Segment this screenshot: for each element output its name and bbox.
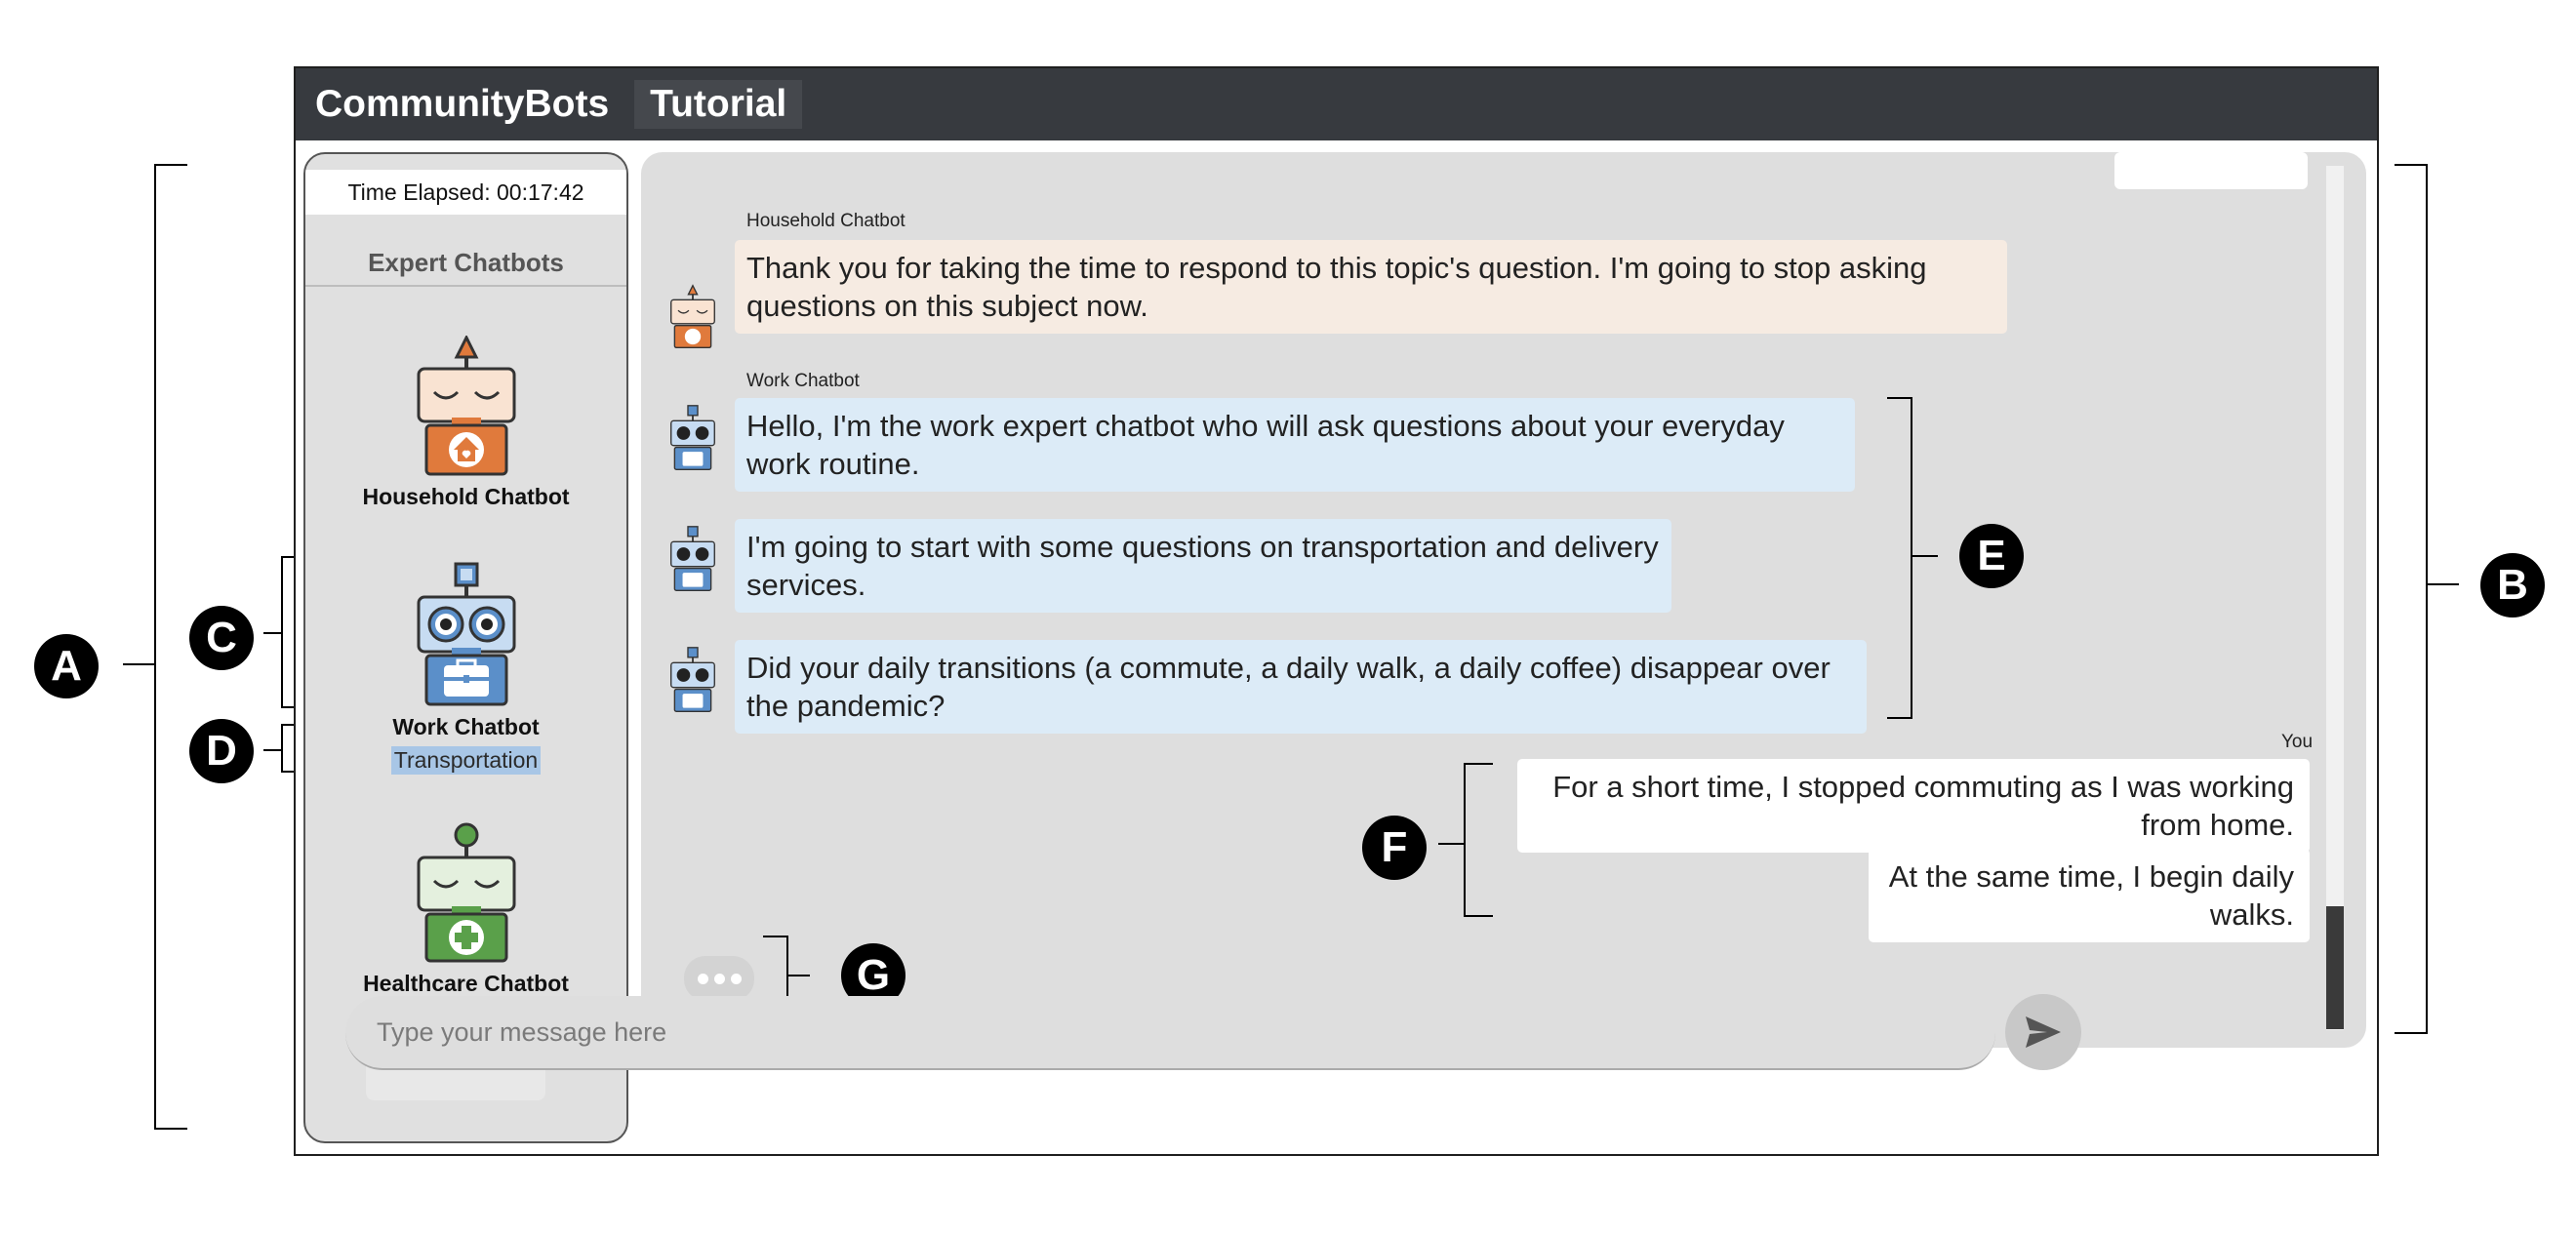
typing-dot	[730, 973, 742, 984]
healthcare-robot-icon	[417, 822, 515, 963]
annotation-bracket-f	[1464, 763, 1493, 917]
work-message-2: I'm going to start with some questions o…	[735, 519, 1671, 613]
household-avatar-icon	[670, 284, 715, 349]
top-navbar: CommunityBots Tutorial	[296, 68, 2377, 140]
send-icon	[2026, 1016, 2061, 1048]
work-avatar-icon	[670, 647, 715, 712]
annotation-tick-d	[263, 749, 281, 751]
typing-indicator	[684, 956, 754, 1001]
annotation-marker-a: A	[34, 634, 99, 698]
annotation-bracket-e	[1887, 397, 1912, 719]
healthcare-chatbot-card[interactable]: Healthcare Chatbot	[305, 822, 626, 997]
household-robot-icon	[417, 336, 515, 476]
household-chatbot-name: Household Chatbot	[362, 484, 570, 509]
send-button[interactable]	[2005, 994, 2081, 1070]
work-chatbot-name: Work Chatbot	[392, 714, 540, 739]
work-message-3: Did your daily transitions (a commute, a…	[735, 640, 1867, 734]
annotation-tick-a	[123, 663, 154, 665]
chat-panel[interactable]: Household Chatbot Thank you for taking t…	[641, 152, 2366, 1048]
sidebar: Time Elapsed: 00:17:42 Expert Chatbots H…	[303, 152, 628, 1143]
annotation-marker-e: E	[1959, 524, 2024, 588]
work-topic-tag: Transportation	[390, 746, 542, 775]
brand-link[interactable]: CommunityBots	[300, 80, 624, 129]
message-input[interactable]	[345, 996, 1995, 1068]
annotation-bracket-b	[2395, 164, 2428, 1034]
annotation-marker-d: D	[189, 719, 254, 783]
sender-you: You	[2281, 732, 2314, 752]
scrollbar-track[interactable]	[2326, 166, 2344, 1030]
work-robot-icon	[417, 562, 515, 706]
household-chatbot-card[interactable]: Household Chatbot	[305, 336, 626, 510]
annotation-marker-f: F	[1362, 816, 1427, 880]
tutorial-link[interactable]: Tutorial	[634, 80, 803, 129]
work-message-1: Hello, I'm the work expert chatbot who w…	[735, 398, 1855, 492]
user-message-1: For a short time, I stopped commuting as…	[1517, 759, 2310, 853]
annotation-marker-c: C	[189, 606, 254, 670]
annotation-tick-b	[2428, 583, 2459, 585]
sidebar-heading: Expert Chatbots	[368, 248, 564, 277]
annotation-tick-c	[263, 632, 281, 634]
household-message: Thank you for taking the time to respond…	[735, 240, 2007, 334]
previous-message-bubble	[2114, 152, 2308, 189]
time-elapsed: Time Elapsed: 00:17:42	[305, 170, 626, 215]
work-chatbot-card[interactable]: Work Chatbot Transportation	[305, 562, 626, 775]
sender-household: Household Chatbot	[746, 211, 906, 231]
sidebar-divider	[305, 285, 626, 287]
healthcare-chatbot-name: Healthcare Chatbot	[363, 971, 569, 996]
annotation-tick-e	[1912, 555, 1938, 557]
message-input-wrap	[345, 996, 1995, 1070]
annotation-marker-b: B	[2480, 553, 2545, 618]
typing-dot	[713, 973, 725, 984]
annotation-bracket-a	[154, 164, 187, 1130]
work-avatar-icon	[670, 526, 715, 591]
work-avatar-icon	[670, 405, 715, 470]
typing-dot	[697, 973, 708, 984]
annotation-tick-g	[788, 975, 810, 976]
app-window: CommunityBots Tutorial Time Elapsed: 00:…	[294, 66, 2379, 1156]
user-message-2: At the same time, I begin daily walks.	[1869, 849, 2310, 942]
scrollbar-thumb[interactable]	[2326, 906, 2344, 1029]
sender-work: Work Chatbot	[746, 371, 860, 391]
annotation-tick-f	[1438, 843, 1464, 845]
